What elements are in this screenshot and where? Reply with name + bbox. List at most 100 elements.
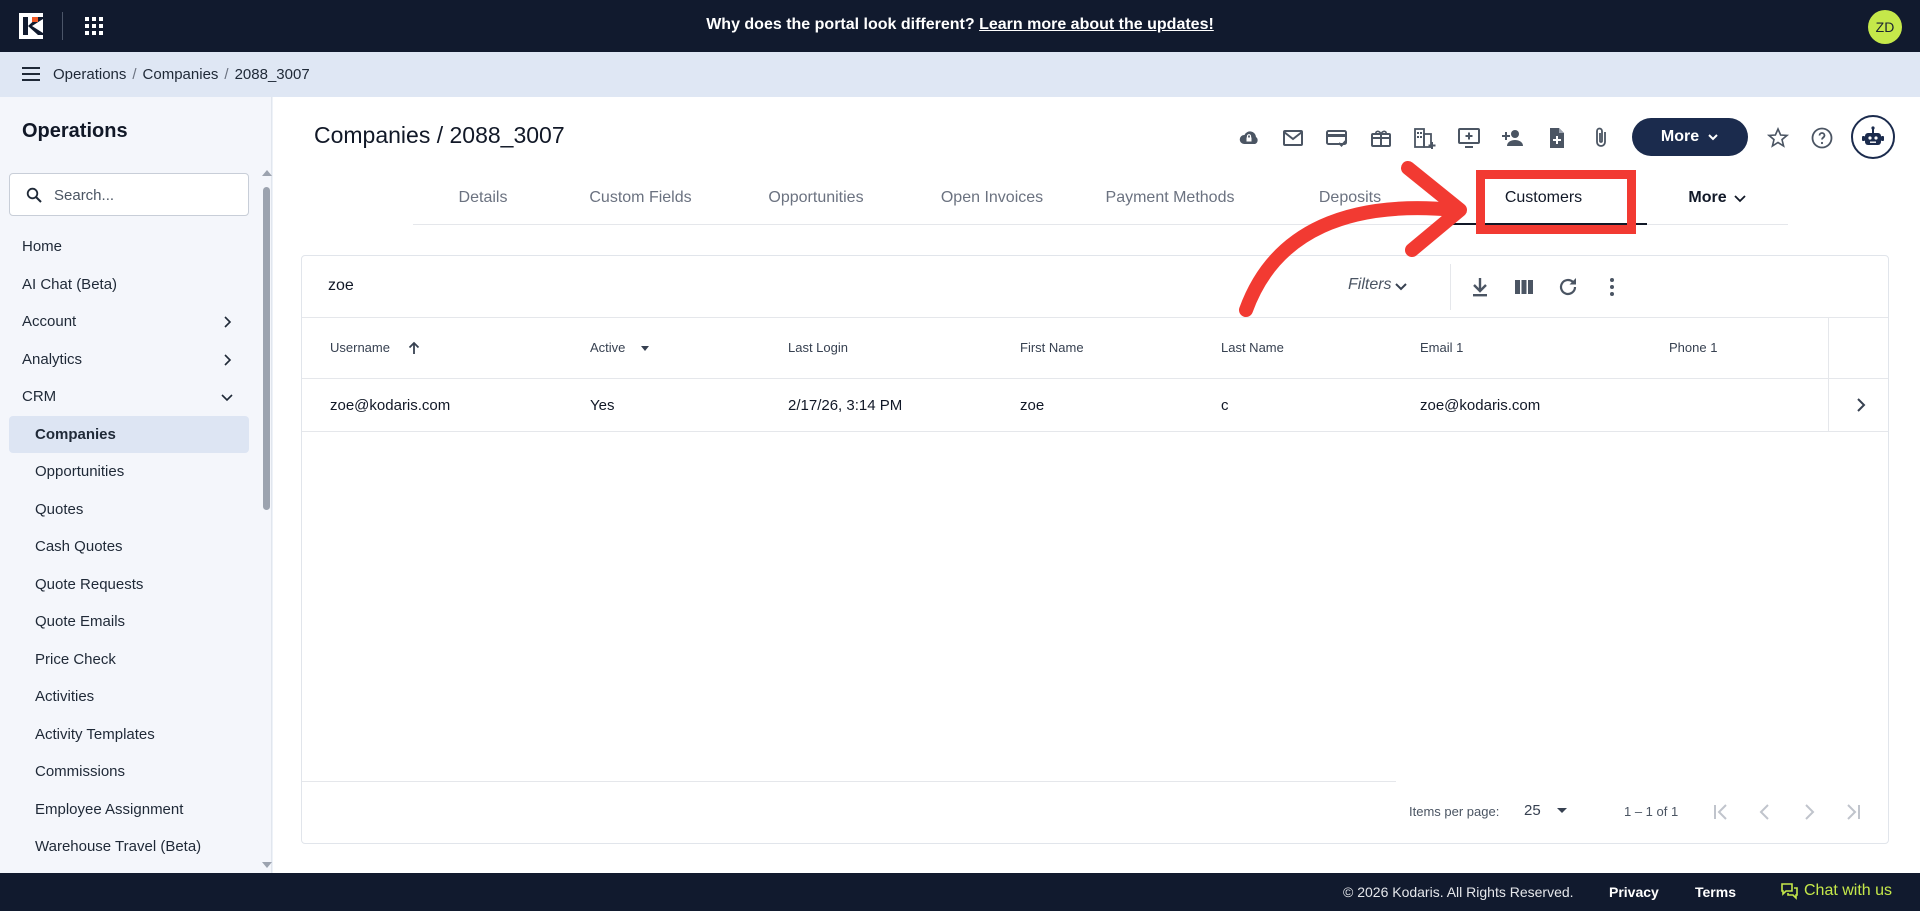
sidebar-item-crm[interactable]: CRM (9, 378, 249, 416)
tab-more[interactable]: More (1647, 181, 1788, 225)
tab-open-invoices[interactable]: Open Invoices (904, 181, 1080, 225)
column-header-phone[interactable]: Phone 1 (1669, 340, 1717, 355)
table-header: Username Active Last Login First Name La… (302, 318, 1888, 379)
previous-page-icon[interactable] (1753, 800, 1777, 824)
tab-custom-fields[interactable]: Custom Fields (553, 181, 728, 225)
sidebar-item-cash-quotes[interactable]: Cash Quotes (9, 528, 249, 566)
help-icon[interactable] (1808, 124, 1836, 152)
table-search-input[interactable] (328, 277, 628, 295)
search-icon (26, 187, 42, 203)
sidebar-item-activities[interactable]: Activities (9, 678, 249, 716)
sidebar-item-label: Employee Assignment (35, 800, 184, 818)
page-range: 1 – 1 of 1 (1624, 804, 1679, 819)
sidebar-item-companies[interactable]: Companies (9, 415, 249, 453)
column-header-email[interactable]: Email 1 (1420, 340, 1463, 355)
page-title: Companies / 2088_3007 (314, 122, 565, 148)
cloud-lock-icon[interactable] (1235, 124, 1263, 152)
chevron-down-icon (1727, 181, 1747, 215)
copyright-text: © 2026 Kodaris. All Rights Reserved. (1343, 884, 1574, 900)
sidebar-item-label: Cash Quotes (35, 538, 123, 555)
user-avatar[interactable]: ZD (1868, 10, 1902, 44)
building-add-icon[interactable] (1411, 124, 1439, 152)
column-header-username[interactable]: Username (330, 340, 390, 355)
next-page-icon[interactable] (1797, 800, 1821, 824)
last-page-icon[interactable] (1841, 800, 1865, 824)
tab-opportunities[interactable]: Opportunities (728, 181, 904, 225)
announcement-link[interactable]: Learn more about the updates! (979, 16, 1214, 33)
sidebar-item-employee-assignment[interactable]: Employee Assignment (9, 791, 249, 829)
sidebar-item-quotes[interactable]: Quotes (9, 491, 249, 529)
star-icon[interactable] (1764, 124, 1792, 152)
more-button-label: More (1660, 128, 1700, 145)
column-header-active[interactable]: Active (590, 340, 625, 355)
sidebar-item-label: Analytics (22, 350, 83, 368)
page-size-select[interactable]: 25 (1524, 802, 1541, 819)
sidebar-item-label: Activities (35, 688, 95, 705)
sidebar: Operations Home AI Chat (Beta) Account A… (0, 97, 272, 873)
gift-card-icon[interactable] (1367, 124, 1395, 152)
menu-icon[interactable] (22, 66, 40, 82)
cell-last-login: 2/17/26, 3:14 PM (788, 397, 903, 414)
chat-button[interactable]: Chat with us (1780, 882, 1892, 900)
column-header-last-name[interactable]: Last Name (1221, 340, 1284, 355)
chevron-down-icon (221, 391, 233, 403)
chat-icon (1780, 882, 1798, 900)
refresh-icon[interactable] (1556, 275, 1580, 299)
column-header-first-name[interactable]: First Name (1020, 340, 1084, 355)
add-to-queue-icon[interactable] (1455, 124, 1483, 152)
sidebar-item-activity-templates[interactable]: Activity Templates (9, 716, 249, 754)
sidebar-item-quote-requests[interactable]: Quote Requests (9, 566, 249, 604)
main-content: Companies / 2088_3007 More Details Custo… (273, 97, 1920, 873)
footer: © 2026 Kodaris. All Rights Reserved. Pri… (0, 873, 1920, 911)
chevron-right-icon[interactable] (1853, 397, 1869, 413)
tab-details[interactable]: Details (413, 181, 553, 225)
sidebar-search (9, 173, 249, 216)
cell-active: Yes (590, 397, 615, 414)
scroll-up-arrow[interactable] (262, 170, 272, 176)
more-vert-icon[interactable] (1600, 275, 1624, 299)
privacy-link[interactable]: Privacy (1609, 884, 1659, 900)
sidebar-item-opportunities[interactable]: Opportunities (9, 453, 249, 491)
chat-label: Chat with us (1804, 882, 1893, 899)
breadcrumb-bar: Operations / Companies / 2088_3007 (0, 52, 1920, 97)
attachment-icon[interactable] (1587, 124, 1615, 152)
sidebar-nav: Home AI Chat (Beta) Account Analytics CR… (9, 228, 249, 866)
terms-link[interactable]: Terms (1695, 884, 1736, 900)
note-add-icon[interactable] (1543, 124, 1571, 152)
breadcrumb: Operations / Companies / 2088_3007 (53, 66, 310, 83)
scroll-down-arrow[interactable] (262, 862, 272, 868)
sidebar-item-analytics[interactable]: Analytics (9, 341, 249, 379)
first-page-icon[interactable] (1709, 800, 1733, 824)
breadcrumb-separator: / (224, 66, 229, 83)
sidebar-item-warehouse-travel[interactable]: Warehouse Travel (Beta) (9, 828, 249, 866)
table-row[interactable]: zoe@kodaris.com Yes 2/17/26, 3:14 PM zoe… (302, 379, 1888, 432)
sidebar-item-label: Opportunities (35, 463, 125, 480)
table-search-row: Filters (302, 256, 1888, 318)
breadcrumb-operations[interactable]: Operations (53, 66, 126, 83)
announcement-text: Why does the portal look different? (706, 16, 980, 33)
dropdown-caret-icon[interactable] (1557, 808, 1567, 813)
chevron-right-icon (221, 316, 233, 328)
cell-last-name: c (1221, 397, 1229, 414)
dropdown-caret-icon[interactable] (638, 341, 652, 355)
breadcrumb-companies[interactable]: Companies (143, 66, 219, 83)
sidebar-item-label: Activity Templates (35, 725, 155, 743)
sidebar-item-quote-emails[interactable]: Quote Emails (9, 603, 249, 641)
sidebar-item-label: Warehouse Travel (Beta) (35, 838, 202, 855)
sidebar-item-ai-chat[interactable]: AI Chat (Beta) (9, 266, 249, 304)
sidebar-item-price-check[interactable]: Price Check (9, 641, 249, 679)
robot-icon (1861, 125, 1885, 149)
columns-icon[interactable] (1512, 275, 1536, 299)
sidebar-scrollbar[interactable] (263, 187, 270, 510)
sidebar-item-home[interactable]: Home (9, 228, 249, 266)
sort-ascending-icon[interactable] (407, 341, 421, 355)
ai-assistant-button[interactable] (1851, 115, 1895, 159)
person-add-icon[interactable] (1499, 124, 1527, 152)
sidebar-item-account[interactable]: Account (9, 303, 249, 341)
card-check-icon[interactable] (1323, 124, 1351, 152)
sidebar-item-commissions[interactable]: Commissions (9, 753, 249, 791)
more-actions-button[interactable]: More (1632, 118, 1748, 156)
sidebar-search-input[interactable] (54, 184, 234, 206)
email-icon[interactable] (1279, 124, 1307, 152)
column-header-last-login[interactable]: Last Login (788, 340, 848, 355)
